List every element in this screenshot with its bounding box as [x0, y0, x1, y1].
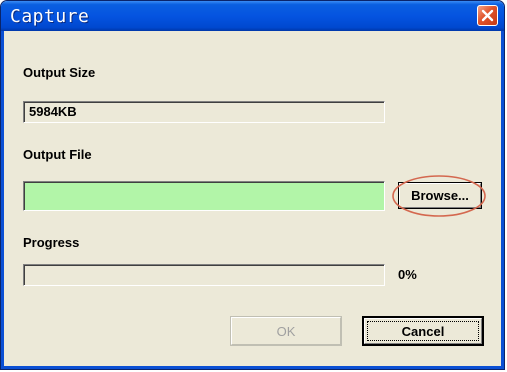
output-size-value: 5984KB	[29, 104, 77, 119]
title-bar[interactable]: Capture	[1, 1, 504, 31]
cancel-button-label: Cancel	[401, 323, 445, 339]
output-file-label: Output File	[23, 147, 92, 162]
window-frame-right	[501, 31, 504, 369]
browse-button[interactable]: Browse...	[398, 182, 482, 209]
progress-percent: 0%	[398, 267, 417, 282]
close-button[interactable]	[477, 5, 498, 26]
window-title: Capture	[10, 6, 90, 27]
ok-button-label: OK	[276, 323, 296, 339]
output-size-label: Output Size	[23, 65, 96, 80]
capture-dialog: Capture Output Size 5984KB Output File B…	[0, 0, 505, 370]
output-file-field[interactable]	[23, 181, 385, 211]
cancel-button[interactable]: Cancel	[362, 316, 484, 346]
ok-button[interactable]: OK	[230, 316, 342, 346]
window-frame-bottom	[1, 366, 504, 369]
window-frame-left	[1, 31, 4, 369]
browse-button-label: Browse...	[411, 188, 469, 203]
progress-bar	[23, 264, 385, 286]
progress-label: Progress	[23, 235, 80, 250]
output-size-field: 5984KB	[23, 101, 385, 123]
close-icon	[481, 9, 494, 22]
